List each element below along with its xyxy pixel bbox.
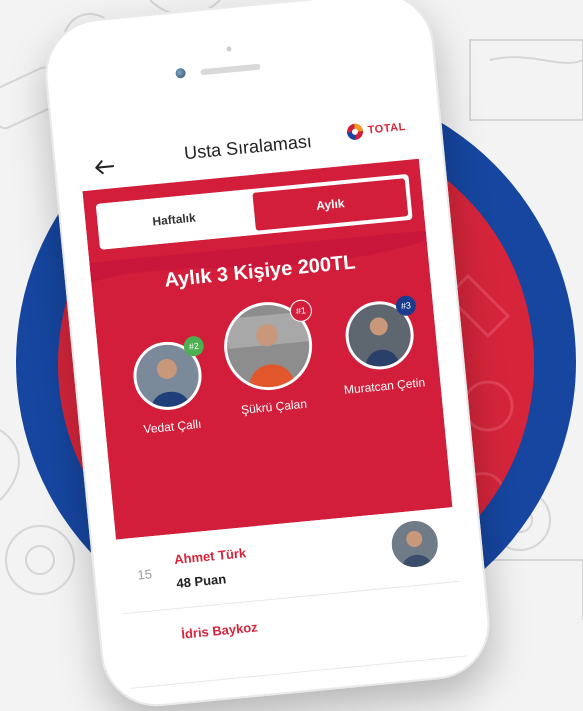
app-screen: Usta Sıralaması TOTAL Haftalık Aylık Ayl… [76, 99, 467, 689]
phone-speaker [200, 63, 261, 76]
podium-name: Vedat Çallı [142, 416, 202, 437]
list-name: İdris Baykoz [180, 619, 259, 642]
phone-sensor [226, 46, 232, 52]
phone-camera [175, 67, 187, 79]
podium-name: Muratcan Çetin [343, 375, 426, 398]
avatar: #2 [130, 335, 205, 413]
podium-name: Şükrü Çalan [240, 396, 308, 417]
ranking-panel: Haftalık Aylık Aylık 3 Kişiye 200TL #2 V… [82, 158, 453, 540]
podium-third[interactable]: #3 Muratcan Çetin [327, 294, 435, 398]
total-logo-icon [346, 123, 363, 140]
podium: #2 Vedat Çallı #1 Şükrü Çalan #3 Muratca… [82, 159, 452, 540]
podium-second[interactable]: #2 Vedat Çallı [119, 335, 217, 438]
avatar: #1 [220, 298, 317, 395]
list-name: Ahmet Türk [173, 545, 247, 568]
podium-first[interactable]: #1 Şükrü Çalan [214, 298, 324, 419]
leaderboard-list: 15 Ahmet Türk 48 Puan İdris Baykoz [115, 507, 467, 689]
list-score: 48 Puan [175, 571, 227, 591]
brand-text: TOTAL [367, 120, 407, 137]
phone-mockup: Usta Sıralaması TOTAL Haftalık Aylık Ayl… [40, 0, 495, 711]
avatar [389, 518, 440, 570]
list-rank: 15 [136, 566, 153, 583]
avatar: #3 [342, 294, 417, 373]
